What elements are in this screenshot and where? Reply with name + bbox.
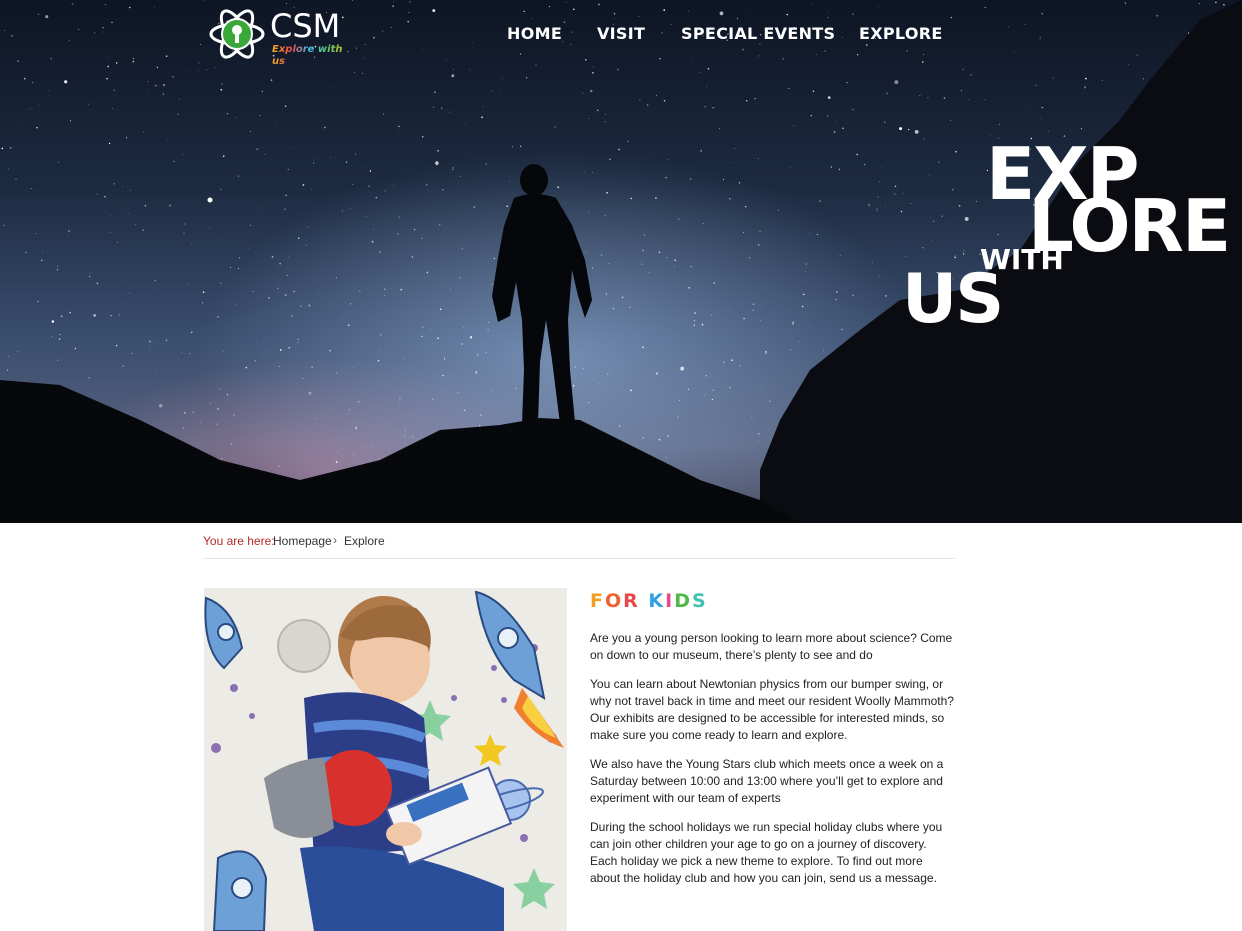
paragraph-exhibits: You can learn about Newtonian physics fr… [590, 677, 954, 742]
breadcrumb: You are here: Homepage › Explore [203, 532, 955, 559]
nav-item-explore[interactable]: EXPLORE [859, 24, 943, 43]
heading-letter: R [623, 590, 640, 612]
heading-letter [640, 590, 649, 612]
rocket-left-bottom [212, 850, 268, 931]
rocket-left-top [204, 596, 244, 670]
atom-logo-icon [209, 9, 265, 59]
breadcrumb-home-link[interactable]: Homepage [273, 534, 332, 548]
site-logo[interactable]: CSM Explore with us [208, 4, 348, 68]
heading-letter: O [604, 590, 624, 612]
breadcrumb-current: Explore [344, 534, 385, 548]
heading-letter: D [674, 590, 692, 612]
kid-reading-image [204, 588, 567, 931]
heading-letter: K [648, 590, 666, 612]
heading-letter: F [590, 590, 605, 612]
paragraph-young-stars: We also have the Young Stars club which … [590, 757, 944, 805]
hero-banner: EXP LORE WITH US [0, 0, 1242, 523]
nav-item-home[interactable]: HOME [507, 24, 562, 43]
breadcrumb-label: You are here: [203, 534, 275, 548]
paragraph-holiday-clubs: During the school holidays we run specia… [590, 820, 943, 885]
heading-letter: I [665, 590, 675, 612]
paragraph-intro: Are you a young person looking to learn … [590, 631, 953, 662]
person-silhouette [492, 164, 592, 424]
for-kids-section: FOR KIDS Are you a young person looking … [590, 588, 955, 899]
nav-item-visit[interactable]: VISIT [597, 24, 645, 43]
nav-item-special-events[interactable]: SPECIAL EVENTS [681, 24, 835, 43]
chevron-right-icon: › [333, 533, 337, 547]
section-heading: FOR KIDS [590, 590, 955, 618]
logo-tagline: Explore with us [272, 44, 348, 68]
hero-headline-line4: US [902, 260, 1004, 339]
rocket-right-top [474, 590, 564, 748]
heading-letter: S [692, 590, 708, 612]
logo-wordmark: CSM [270, 7, 341, 45]
